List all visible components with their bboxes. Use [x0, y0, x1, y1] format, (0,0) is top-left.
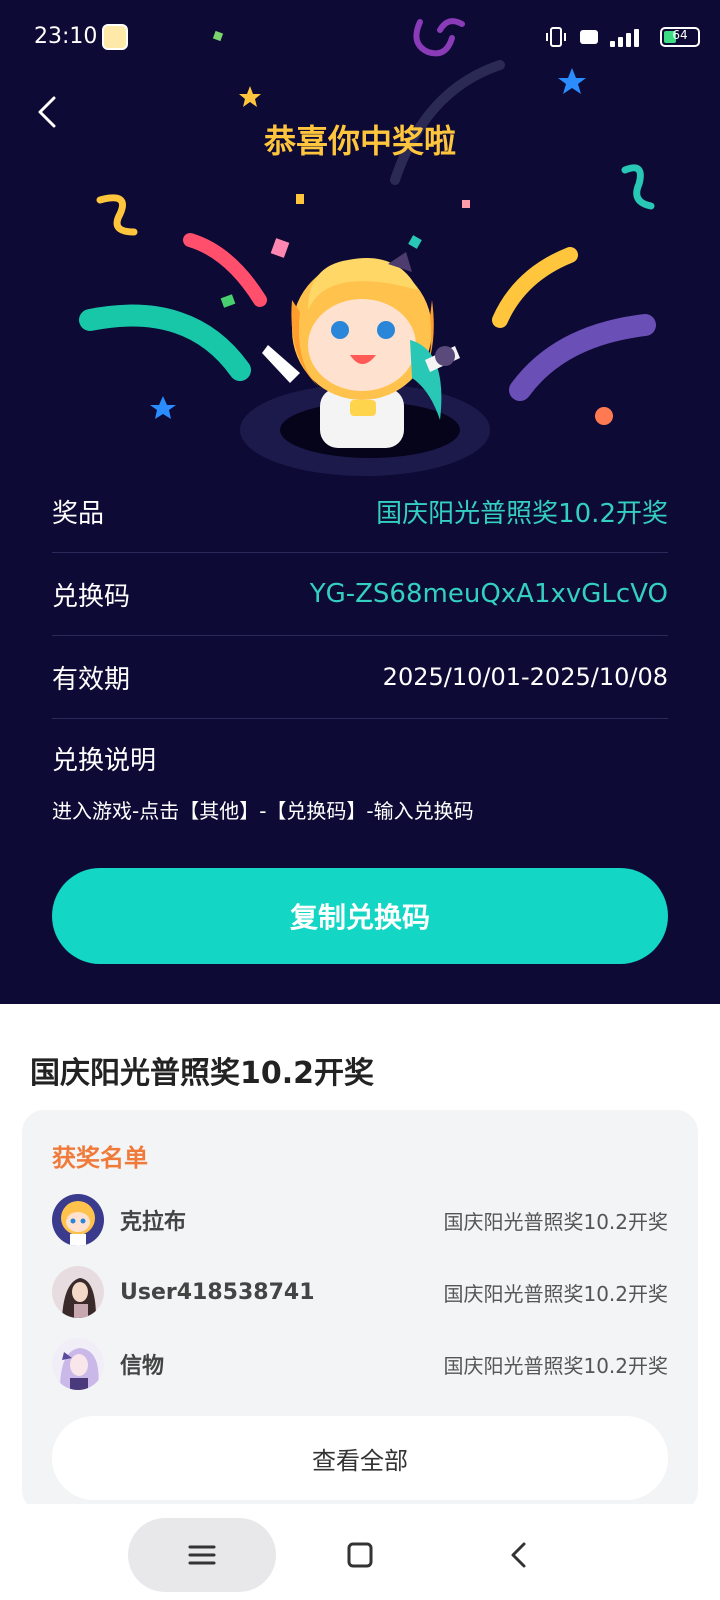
page-title: 恭喜你中奖啦 — [263, 122, 456, 160]
system-nav-bar — [0, 1504, 720, 1600]
winner-prize: 国庆阳光普照奖10.2开奖 — [443, 1281, 668, 1306]
instructions-text: 进入游戏-点击【其他】-【兑换码】-输入兑换码 — [52, 799, 474, 823]
prize-row: 奖品 国庆阳光普照奖10.2开奖 — [52, 470, 668, 553]
prize-value: 国庆阳光普照奖10.2开奖 — [376, 498, 668, 529]
copy-code-button[interactable]: 复制兑换码 — [52, 868, 668, 964]
winner-item[interactable]: 信物 国庆阳光普照奖10.2开奖 — [52, 1336, 668, 1392]
celebration-illustration — [79, 18, 656, 476]
winner-item[interactable]: User418538741 国庆阳光普照奖10.2开奖 — [52, 1264, 668, 1320]
menu-icon — [188, 1545, 216, 1565]
winner-name: 克拉布 — [120, 1210, 187, 1235]
winners-title: 获奖名单 — [52, 1144, 148, 1172]
view-all-button[interactable]: 查看全部 — [52, 1416, 668, 1500]
validity-value: 2025/10/01-2025/10/08 — [382, 663, 668, 691]
menu-button[interactable] — [128, 1518, 276, 1592]
validity-label: 有效期 — [52, 664, 131, 695]
prize-details: 奖品 国庆阳光普照奖10.2开奖 兑换码 YG-ZS68meuQxA1xvGLc… — [52, 470, 668, 719]
avatar — [52, 1194, 104, 1246]
winner-prize: 国庆阳光普照奖10.2开奖 — [443, 1209, 668, 1234]
event-name: 国庆阳光普照奖10.2开奖 — [30, 1056, 375, 1091]
winner-item[interactable]: 克拉布 国庆阳光普照奖10.2开奖 — [52, 1192, 668, 1248]
instructions-label: 兑换说明 — [52, 746, 157, 776]
code-label: 兑换码 — [52, 581, 131, 612]
prize-label: 奖品 — [52, 498, 105, 529]
winner-name: User418538741 — [120, 1279, 315, 1305]
validity-row: 有效期 2025/10/01-2025/10/08 — [52, 636, 668, 719]
winner-prize: 国庆阳光普照奖10.2开奖 — [443, 1353, 668, 1378]
avatar — [52, 1266, 104, 1318]
home-icon — [347, 1542, 373, 1568]
redeem-code: YG-ZS68meuQxA1xvGLcVO — [309, 579, 668, 609]
home-button[interactable] — [320, 1518, 400, 1592]
code-row: 兑换码 YG-ZS68meuQxA1xvGLcVO — [52, 553, 668, 636]
prize-panel: 23:10 64 恭喜你中奖啦 奖品 国庆阳光普照奖10.2开奖 兑换码 YG-… — [0, 0, 720, 1004]
winner-name: 信物 — [120, 1354, 165, 1379]
winners-card: 获奖名单 克拉布 国庆阳光普照奖10.2开奖 User418538741 国庆阳… — [22, 1110, 698, 1512]
avatar — [52, 1338, 104, 1390]
redeem-instructions: 兑换说明 进入游戏-点击【其他】-【兑换码】-输入兑换码 — [52, 740, 668, 824]
nav-back-icon — [511, 1542, 526, 1568]
nav-back-button[interactable] — [480, 1518, 560, 1592]
